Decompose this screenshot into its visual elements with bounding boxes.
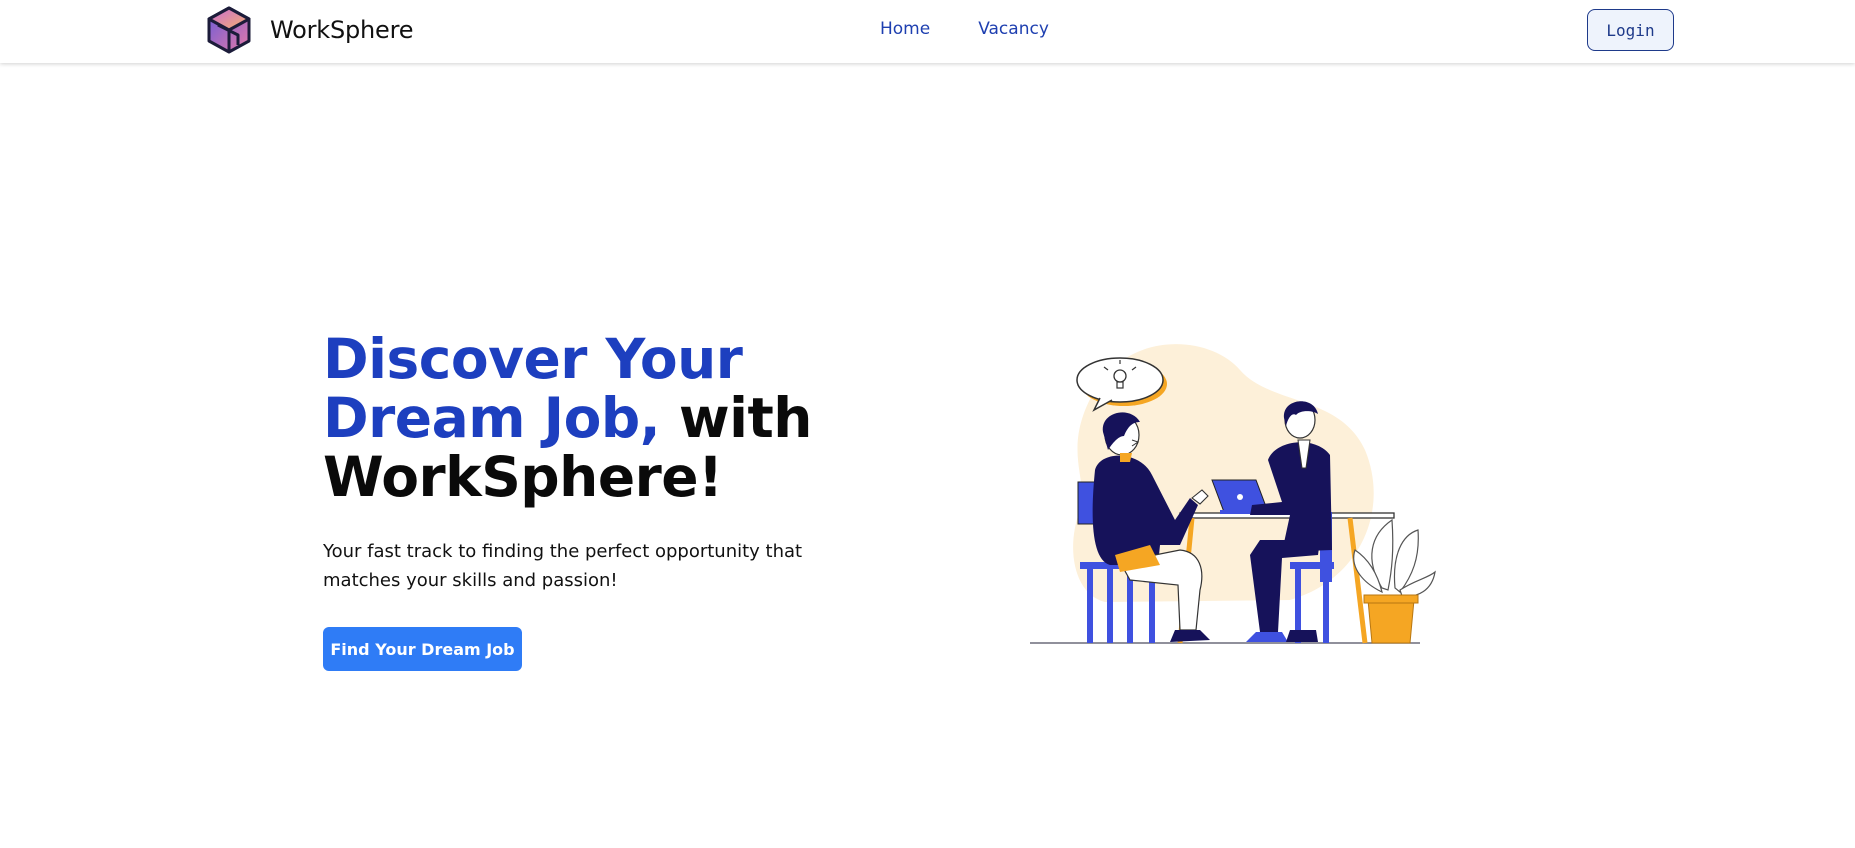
login-button[interactable]: Login: [1587, 9, 1674, 51]
headline-rest-with: with: [678, 386, 813, 450]
top-navbar: WorkSphere Home Vacancy Login: [0, 0, 1855, 63]
job-interview-illustration: [1030, 344, 1436, 644]
find-dream-job-button[interactable]: Find Your Dream Job: [323, 627, 522, 671]
headline-rest-brand: WorkSphere!: [323, 445, 723, 509]
hero-section: Discover Your Dream Job, with WorkSphere…: [323, 330, 883, 671]
brand-link[interactable]: WorkSphere: [204, 6, 414, 54]
nav-link-vacancy[interactable]: Vacancy: [978, 19, 1049, 39]
nav-links: Home Vacancy: [880, 19, 1049, 39]
brand-name: WorkSphere: [270, 16, 414, 44]
hero-headline: Discover Your Dream Job, with WorkSphere…: [323, 330, 883, 507]
cube-logo-icon: [207, 6, 251, 54]
hero-subtitle: Your fast track to finding the perfect o…: [323, 541, 803, 591]
nav-link-home[interactable]: Home: [880, 19, 930, 39]
plant-icon: [1353, 518, 1436, 644]
